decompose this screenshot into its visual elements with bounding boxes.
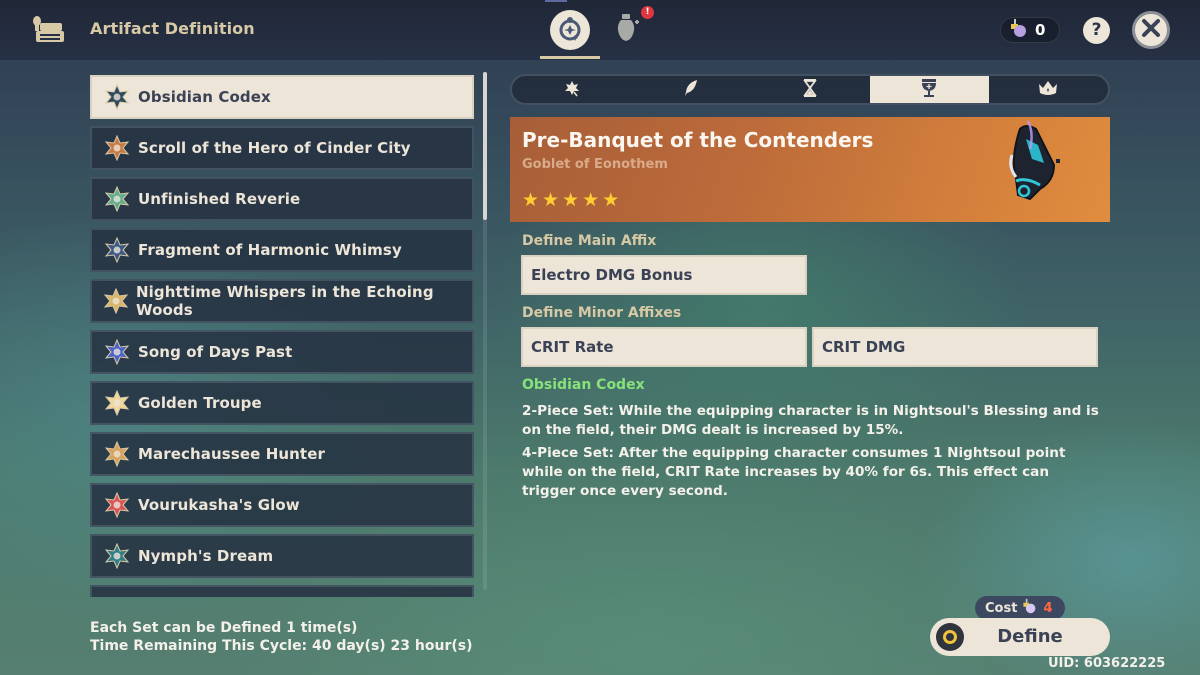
star-icon: ★ — [542, 189, 560, 211]
set-list-item-label: Unfinished Reverie — [138, 190, 301, 208]
set-list-item-label: Nighttime Whispers in the Echoing Woods — [136, 283, 434, 319]
set-list-item[interactable]: Marechaussee Hunter — [90, 432, 474, 476]
set-list-item[interactable]: Vourukasha's Glow — [90, 483, 474, 527]
nighttime-whispers-icon — [102, 286, 130, 316]
page-title: Artifact Definition — [90, 19, 255, 38]
set-list-item[interactable]: Nighttime Whispers in the Echoing Woods — [90, 279, 474, 323]
cost-value: 4 — [1043, 600, 1053, 616]
set-list-item-label: Obsidian Codex — [138, 88, 271, 106]
hourglass-icon — [802, 78, 818, 102]
alert-badge: ! — [641, 6, 654, 19]
cost-badge: Cost 4 — [975, 596, 1065, 620]
nymph-dream-icon — [102, 541, 132, 571]
set-list-item[interactable]: Obsidian Codex — [90, 75, 474, 119]
close-button[interactable] — [1132, 11, 1170, 49]
goblet-icon — [920, 78, 938, 102]
tab-circlet-of-logos[interactable] — [989, 76, 1108, 103]
cost-label: Cost — [985, 600, 1018, 616]
tab-goblet-of-eonothem[interactable] — [869, 76, 989, 103]
scroll-hero-icon — [102, 133, 132, 163]
four-piece-effect: 4-Piece Set: After the equipping charact… — [522, 445, 1066, 499]
active-mode-underline — [540, 56, 600, 59]
artifact-set-list: Obsidian Codex Scroll of the Hero of Cind… — [90, 75, 474, 597]
star-icon: ★ — [562, 189, 580, 211]
artifact-header-card: Pre-Banquet of the Contenders Goblet of … — [510, 117, 1110, 222]
mode-indicator — [545, 0, 567, 2]
set-list-item-label: Nymph's Dream — [138, 547, 274, 565]
two-piece-effect: 2-Piece Set: While the equipping charact… — [522, 403, 1099, 438]
uid-label: UID: 603622225 — [1048, 656, 1166, 671]
circlet-icon — [1037, 79, 1059, 101]
help-button[interactable]: ? — [1083, 17, 1110, 44]
sparkle-medallion-icon — [550, 10, 590, 50]
set-list-item-label: Fragment of Harmonic Whimsy — [138, 241, 402, 259]
artifact-name: Pre-Banquet of the Contenders — [522, 128, 874, 152]
tab-plume-of-death[interactable] — [631, 76, 750, 103]
set-list-item-label: Scroll of the Hero of Cinder City — [138, 139, 411, 157]
cycle-info: Each Set can be Defined 1 time(s) Time R… — [90, 619, 473, 655]
vase-plus-icon — [614, 12, 640, 48]
vourukasha-glow-icon — [102, 490, 132, 520]
set-list-item-label: Golden Troupe — [138, 394, 262, 412]
piece-type-tabs — [510, 74, 1110, 105]
set-list-item[interactable]: Golden Troupe — [90, 381, 474, 425]
close-icon — [1141, 18, 1161, 42]
minor-affixes-label: Define Minor Affixes — [522, 305, 682, 321]
sanctifying-elixir-icon — [1009, 18, 1027, 42]
marechaussee-hunter-icon — [102, 439, 132, 469]
define-button[interactable]: Define — [930, 618, 1110, 656]
set-bonus-name: Obsidian Codex — [522, 377, 645, 393]
minor-affix-select-2[interactable]: CRIT DMG — [812, 327, 1098, 367]
set-list-item[interactable]: Scroll of the Hero of Cinder City — [90, 126, 474, 170]
unfinished-reverie-icon — [102, 184, 132, 214]
plume-icon — [681, 78, 701, 102]
currency-display: 0 — [1000, 17, 1060, 43]
time-remaining-text: Time Remaining This Cycle: 40 day(s) 23 … — [90, 638, 473, 654]
golden-troupe-icon — [102, 388, 132, 418]
star-icon: ★ — [582, 189, 600, 211]
tab-flower-of-life[interactable] — [512, 76, 631, 103]
define-button-label: Define — [997, 626, 1063, 647]
set-list-item[interactable]: Unfinished Reverie — [90, 177, 474, 221]
set-list-item-label: Marechaussee Hunter — [138, 445, 325, 463]
set-list-item-label: Song of Days Past — [138, 343, 293, 361]
rarity-stars: ★ ★ ★ ★ ★ — [522, 191, 619, 210]
mode-tab-artifact-strongbox[interactable] — [548, 8, 592, 52]
set-list-item[interactable]: Nymph's Dream — [90, 534, 474, 578]
harmonic-whimsy-icon — [102, 235, 132, 265]
sanctifying-elixir-icon — [1021, 598, 1037, 618]
main-affix-label: Define Main Affix — [522, 233, 657, 249]
set-list-scrollbar-thumb[interactable] — [483, 72, 487, 220]
minor-affix-select-1[interactable]: CRIT Rate — [521, 327, 807, 367]
artifact-type: Goblet of Eonothem — [522, 157, 668, 172]
flower-icon — [562, 78, 582, 102]
tab-sands-of-eon[interactable] — [750, 76, 869, 103]
define-limit-text: Each Set can be Defined 1 time(s) — [90, 620, 358, 636]
goblet-artwork-icon — [992, 119, 1092, 219]
main-affix-select[interactable]: Electro DMG Bonus — [521, 255, 807, 295]
set-list-item[interactable]: Fragment of Harmonic Whimsy — [90, 228, 474, 272]
set-list-item[interactable]: Song of Days Past — [90, 330, 474, 374]
set-list-item-label: Vourukasha's Glow — [138, 496, 300, 514]
song-days-past-icon — [102, 337, 132, 367]
currency-value: 0 — [1035, 21, 1046, 39]
set-list-item[interactable] — [90, 585, 474, 597]
obsidian-codex-icon — [102, 82, 132, 112]
star-icon: ★ — [522, 189, 540, 211]
star-icon: ★ — [602, 189, 620, 211]
artifact-definition-icon — [30, 13, 66, 45]
